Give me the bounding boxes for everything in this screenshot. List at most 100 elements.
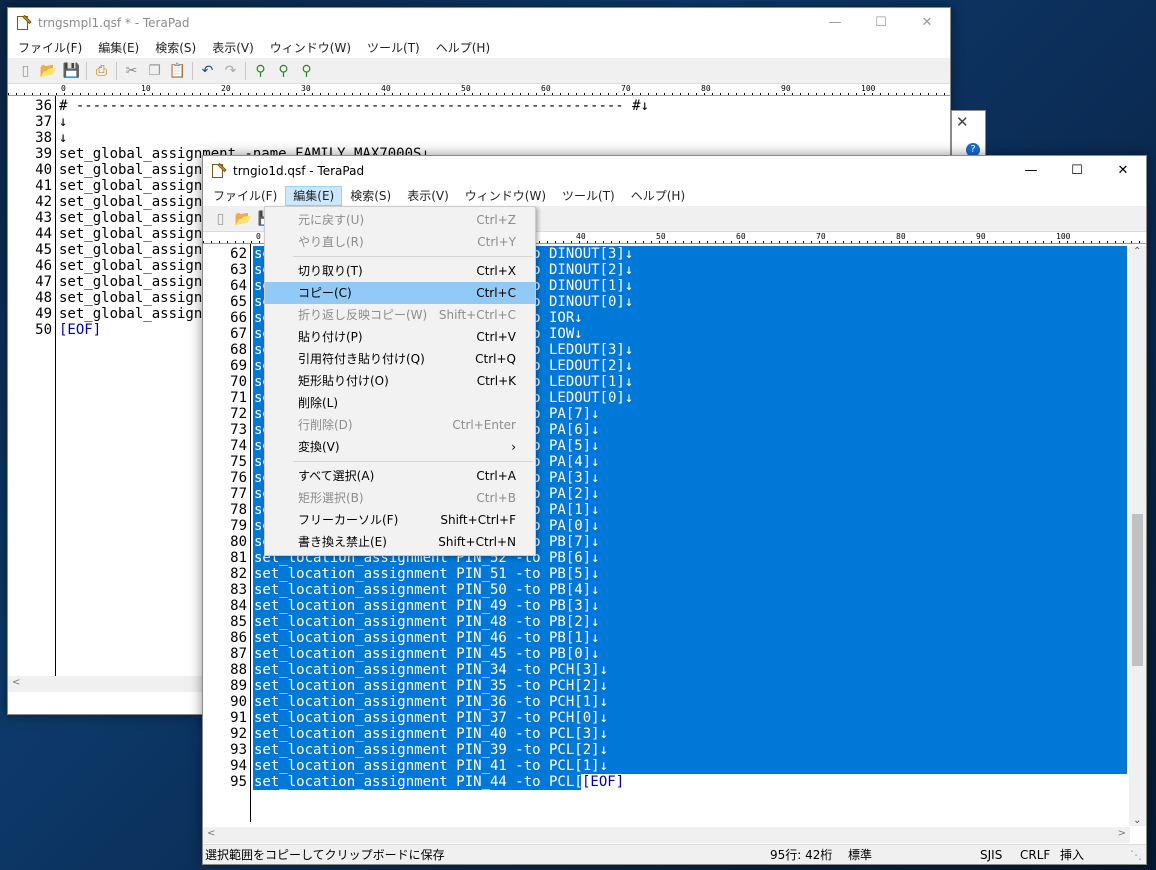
line-number: 50 — [35, 322, 52, 338]
menu-item-label: コピー(C) — [298, 286, 352, 300]
line-text: set_location_assignment PIN_50 -to PB[4]… — [254, 582, 600, 598]
find-next-icon[interactable]: ⚲ — [272, 60, 295, 82]
menu-item-label: やり直し(R) — [298, 235, 364, 249]
find-prev-icon[interactable]: ⚲ — [295, 60, 318, 82]
paste-icon[interactable]: 📋 — [166, 60, 189, 82]
maximize-button[interactable]: ☐ — [1054, 156, 1100, 186]
editor-line[interactable]: 86 set_location_assignment PIN_46 -to PB[… — [203, 630, 1130, 646]
editor-line[interactable]: 95 set_location_assignment PIN_44 -to PCL… — [203, 774, 1130, 790]
menu-item[interactable]: 切り取り(T) Ctrl+X — [265, 260, 535, 282]
menu-item[interactable]: 矩形貼り付け(O) Ctrl+K — [265, 370, 535, 392]
undo-icon[interactable]: ↶ — [196, 60, 219, 82]
open-folder-icon[interactable]: 📂 — [37, 60, 60, 82]
copy-icon[interactable]: ❐ — [143, 60, 166, 82]
resize-grip-icon[interactable]: ⋱ — [1130, 847, 1142, 863]
menu-item[interactable]: 変換(V) › — [265, 436, 535, 458]
scroll-down-arrow-icon[interactable]: ⌄ — [1133, 815, 1141, 826]
front-horizontal-scrollbar[interactable]: < > — [203, 827, 1130, 843]
menu-window[interactable]: ウィンドウ(W) — [262, 38, 359, 58]
print-icon[interactable]: ⎙ — [90, 60, 113, 82]
line-number: 81 — [230, 550, 247, 566]
save-icon[interactable]: 💾 — [60, 60, 83, 82]
close-button[interactable]: ✕ — [904, 8, 950, 38]
menu-search[interactable]: 検索(S) — [342, 186, 399, 206]
editor-line[interactable]: 89 set_location_assignment PIN_35 -to PCH… — [203, 678, 1130, 694]
hidden-window-edge[interactable]: ✕ ? — [951, 110, 986, 157]
line-number: 80 — [230, 534, 247, 550]
menu-help[interactable]: ヘルプ(H) — [428, 38, 498, 58]
line-number: 83 — [230, 582, 247, 598]
menu-item: 折り返し反映コピー(W) Shift+Ctrl+C — [265, 304, 535, 326]
menu-item-shortcut: Ctrl+C — [476, 286, 516, 300]
menu-edit[interactable]: 編集(E) — [90, 38, 147, 58]
terapad-icon — [16, 14, 32, 31]
menu-search[interactable]: 検索(S) — [147, 38, 204, 58]
menu-item-shortcut: Shift+Ctrl+F — [440, 513, 516, 527]
editor-line[interactable]: 85 set_location_assignment PIN_48 -to PB[… — [203, 614, 1130, 630]
menu-view[interactable]: 表示(V) — [204, 38, 262, 58]
editor-line[interactable]: 93 set_location_assignment PIN_39 -to PCL… — [203, 742, 1130, 758]
front-vertical-scrollbar[interactable]: ⌃ ⌄ — [1129, 246, 1146, 826]
line-text: set_location_assignment PIN_51 -to PB[5]… — [254, 566, 600, 582]
status-message: 選択範囲をコピーしてクリップボードに保存 — [205, 848, 445, 862]
redo-icon[interactable]: ↷ — [219, 60, 242, 82]
scroll-left-arrow-icon[interactable]: < — [207, 828, 215, 839]
menu-tools[interactable]: ツール(T) — [554, 186, 623, 206]
menu-item[interactable]: 削除(L) — [265, 392, 535, 414]
editor-line[interactable]: 92 set_location_assignment PIN_40 -to PCL… — [203, 726, 1130, 742]
menu-item-shortcut: Shift+Ctrl+N — [438, 535, 516, 549]
front-titlebar[interactable]: trngio1d.qsf - TeraPad — ☐ ✕ — [203, 156, 1146, 186]
line-text: set_location_assignment PIN_35 -to PCH[2… — [254, 678, 609, 694]
menu-item[interactable]: 貼り付け(P) Ctrl+V — [265, 326, 535, 348]
line-number: 72 — [230, 406, 247, 422]
selection-highlight: set_location_assignment PIN_40 -to PCL[3… — [253, 726, 1127, 742]
minimize-button[interactable]: — — [1008, 156, 1054, 186]
menu-tools[interactable]: ツール(T) — [359, 38, 428, 58]
close-button[interactable]: ✕ — [1100, 156, 1146, 186]
back-titlebar[interactable]: trngsmpl1.qsf * - TeraPad — ☐ ✕ — [8, 8, 950, 38]
menu-item[interactable]: コピー(C) Ctrl+C — [265, 282, 535, 304]
scroll-up-arrow-icon[interactable]: ⌃ — [1133, 246, 1141, 257]
line-text: [EOF] — [59, 322, 102, 338]
menu-edit[interactable]: 編集(E) — [285, 186, 343, 206]
find-icon[interactable]: ⚲ — [249, 60, 272, 82]
selection-highlight: set_location_assignment PIN_39 -to PCL[2… — [253, 742, 1127, 758]
menu-window[interactable]: ウィンドウ(W) — [457, 186, 554, 206]
editor-line[interactable]: 37 ↓ — [8, 114, 950, 130]
editor-line[interactable]: 91 set_location_assignment PIN_37 -to PCH… — [203, 710, 1130, 726]
menu-view[interactable]: 表示(V) — [399, 186, 457, 206]
selection-highlight: set_location_assignment PIN_46 -to PB[1]… — [253, 630, 1127, 646]
editor-line[interactable]: 82 set_location_assignment PIN_51 -to PB[… — [203, 566, 1130, 582]
editor-line[interactable]: 38 ↓ — [8, 130, 950, 146]
menu-item-label: 折り返し反映コピー(W) — [298, 308, 428, 322]
menu-item[interactable]: フリーカーソル(F) Shift+Ctrl+F — [265, 509, 535, 531]
menu-file[interactable]: ファイル(F) — [205, 186, 285, 206]
vertical-scroll-thumb[interactable] — [1132, 514, 1143, 666]
new-file-icon[interactable]: ▯ — [14, 60, 37, 82]
minimize-button[interactable]: — — [812, 8, 858, 38]
line-number: 49 — [35, 306, 52, 322]
menu-item[interactable]: すべて選択(A) Ctrl+A — [265, 465, 535, 487]
menu-item[interactable]: 引用符付き貼り付け(Q) Ctrl+Q — [265, 348, 535, 370]
editor-line[interactable]: 36 # ------------------------------------… — [8, 98, 950, 114]
new-file-icon[interactable]: ▯ — [209, 208, 232, 230]
scroll-left-arrow-icon[interactable]: < — [12, 677, 20, 688]
scroll-right-arrow-icon[interactable]: > — [1118, 828, 1126, 839]
menu-item[interactable]: 書き換え禁止(E) Shift+Ctrl+N — [265, 531, 535, 553]
editor-line[interactable]: 87 set_location_assignment PIN_45 -to PB[… — [203, 646, 1130, 662]
open-folder-icon[interactable]: 📂 — [232, 208, 255, 230]
menu-file[interactable]: ファイル(F) — [10, 38, 90, 58]
editor-line[interactable]: 84 set_location_assignment PIN_49 -to PB[… — [203, 598, 1130, 614]
editor-line[interactable]: 88 set_location_assignment PIN_34 -to PCH… — [203, 662, 1130, 678]
editor-line[interactable]: 94 set_location_assignment PIN_41 -to PCL… — [203, 758, 1130, 774]
menu-help[interactable]: ヘルプ(H) — [623, 186, 693, 206]
close-icon[interactable]: ✕ — [956, 113, 969, 131]
statusbar: 選択範囲をコピーしてクリップボードに保存 95行: 42桁 標準 SJIS CR… — [203, 844, 1146, 864]
maximize-button[interactable]: ☐ — [858, 8, 904, 38]
line-number: 44 — [35, 226, 52, 242]
cut-icon[interactable]: ✂ — [120, 60, 143, 82]
ruler-mark: 10 — [140, 84, 152, 93]
editor-line[interactable]: 90 set_location_assignment PIN_36 -to PCH… — [203, 694, 1130, 710]
toolbar-separator — [245, 61, 246, 80]
editor-line[interactable]: 83 set_location_assignment PIN_50 -to PB[… — [203, 582, 1130, 598]
